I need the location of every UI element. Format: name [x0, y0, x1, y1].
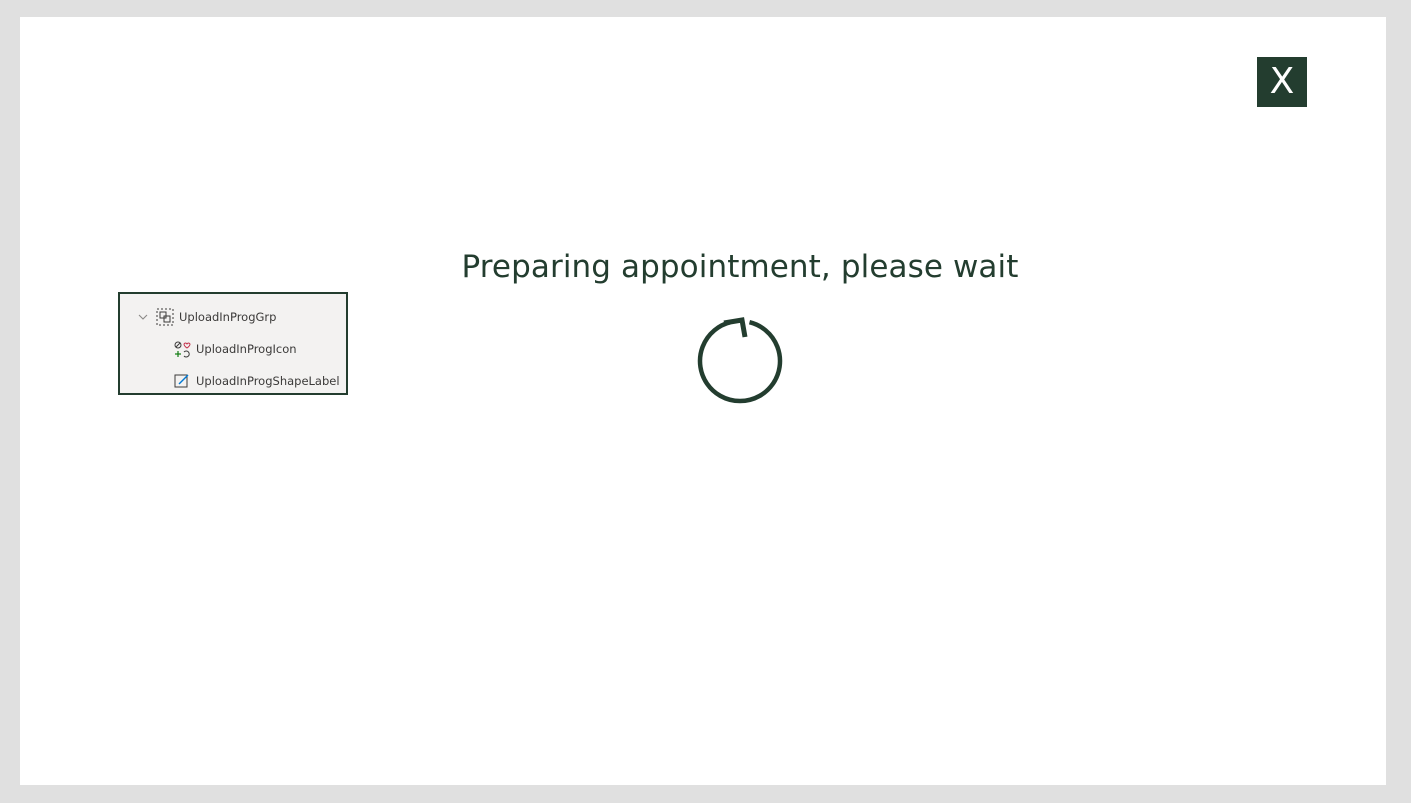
tree-item-label: UploadInProgIcon	[196, 342, 297, 356]
tree-item-label: UploadInProgShapeLabel	[196, 374, 340, 388]
tree-item-icon-control[interactable]: UploadInProgIcon	[173, 339, 297, 359]
tree-item-shape-label[interactable]: UploadInProgShapeLabel	[173, 371, 340, 391]
close-button[interactable]: X	[1257, 57, 1307, 107]
icons-icon	[174, 341, 191, 358]
edit-label-icon	[174, 374, 189, 388]
tree-item-group[interactable]: UploadInProgGrp	[138, 307, 276, 327]
tree-item-label: UploadInProgGrp	[179, 310, 277, 324]
tree-view-panel: UploadInProgGrp UploadInProgIcon UploadI…	[118, 292, 348, 395]
group-icon	[156, 308, 174, 326]
loading-message: Preparing appointment, please wait	[461, 249, 1019, 285]
app-screen: X Preparing appointment, please wait Upl…	[20, 17, 1386, 785]
reload-spinner-icon	[697, 317, 783, 404]
chevron-down-icon[interactable]	[138, 312, 148, 322]
